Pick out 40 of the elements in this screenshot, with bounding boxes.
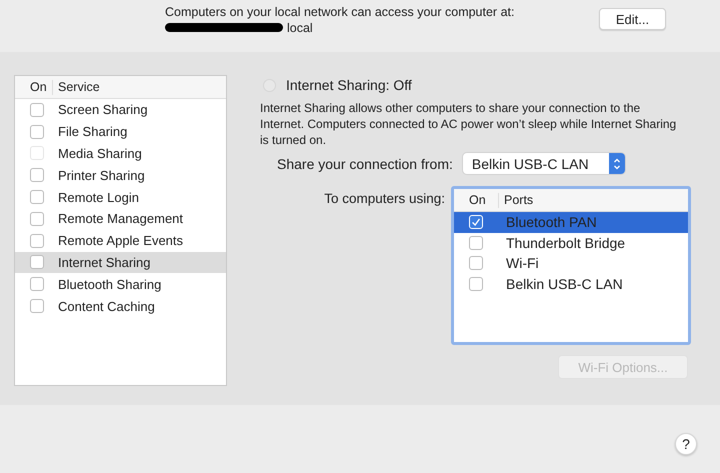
column-header: On — [454, 192, 499, 208]
to-computers-label: To computers using: — [323, 190, 446, 208]
checkbox[interactable] — [30, 277, 44, 292]
checkbox[interactable] — [30, 234, 44, 248]
checkmark-icon — [470, 216, 482, 228]
share-from-popup[interactable]: Belkin USB-C LAN — [462, 153, 625, 174]
service-name[interactable]: Bluetooth Sharing — [58, 276, 162, 292]
checkbox[interactable] — [469, 236, 483, 250]
help-button[interactable]: ? — [675, 433, 697, 455]
edit-button[interactable]: Edit... — [599, 8, 666, 30]
service-name[interactable]: Remote Management — [58, 211, 184, 226]
status-label: Internet Sharing: Off — [286, 77, 412, 93]
checkbox[interactable] — [30, 124, 44, 139]
checkbox[interactable] — [30, 212, 44, 226]
column-header: On — [15, 80, 53, 94]
column-header: Service — [57, 80, 100, 94]
service-name[interactable]: Remote Apple Events — [58, 233, 184, 248]
port-name[interactable]: Belkin USB-C LAN — [506, 276, 623, 292]
port-name[interactable]: Thunderbolt Bridge — [506, 234, 626, 251]
service-name[interactable]: Screen Sharing — [58, 102, 148, 118]
share-from-label: Share your connection from: — [277, 156, 453, 172]
service-name[interactable]: Internet Sharing — [58, 254, 151, 270]
address-text: local — [287, 20, 313, 34]
checkbox[interactable] — [30, 255, 44, 270]
message-text: Computers on your local network can access your computer at: — [165, 5, 516, 20]
checkbox[interactable] — [469, 256, 483, 270]
service-name[interactable]: Remote Login — [58, 190, 139, 205]
port-name[interactable]: Wi-Fi — [506, 255, 539, 272]
column-header: Ports — [503, 193, 534, 207]
checkbox[interactable] — [469, 276, 483, 291]
service-name[interactable]: Content Caching — [58, 298, 155, 314]
selected-row[interactable]: Internet Sharing — [15, 252, 226, 274]
checkbox[interactable] — [30, 190, 44, 204]
service-name[interactable]: Printer Sharing — [58, 168, 145, 183]
description-text: Internet Sharing allows other computers to share your connection to the Internet. Computers connected to AC power won’t sleep while Internet Sharing is turned on. — [260, 100, 678, 148]
checkbox[interactable] — [30, 102, 44, 117]
checkbox[interactable] — [30, 299, 44, 314]
checkbox[interactable] — [30, 168, 44, 182]
chevrons-icon — [612, 156, 621, 170]
service-name[interactable]: File Sharing — [58, 124, 128, 140]
